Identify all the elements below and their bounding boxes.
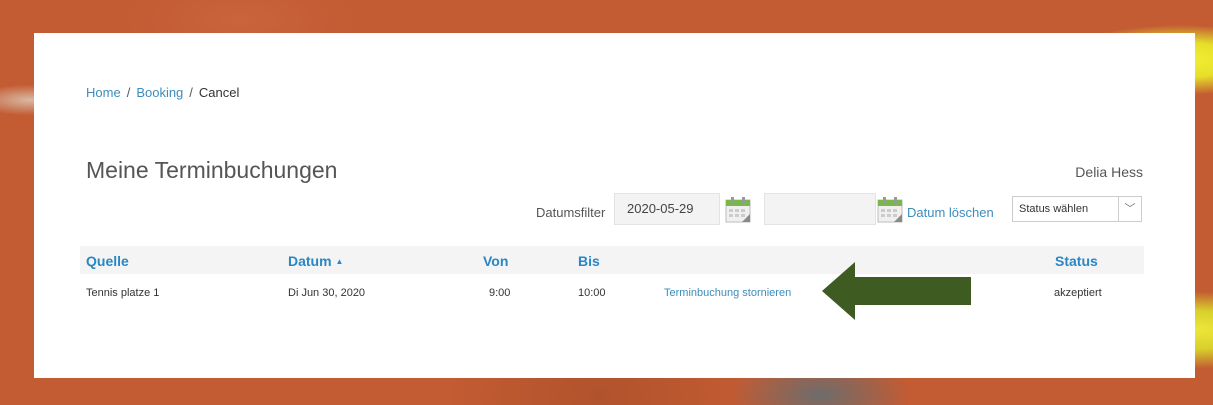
calendar-icon[interactable] xyxy=(724,196,752,224)
breadcrumb-separator: / xyxy=(126,85,131,100)
breadcrumb-home-link[interactable]: Home xyxy=(86,85,121,100)
table-header: Quelle Datum ▲ Von Bis Status xyxy=(80,246,1144,274)
date-to-input[interactable] xyxy=(764,193,876,225)
column-header-source[interactable]: Quelle xyxy=(86,253,129,269)
column-header-from[interactable]: Von xyxy=(483,253,508,269)
date-filter-label: Datumsfilter xyxy=(536,205,606,220)
status-select[interactable]: Status wählen ﹀ xyxy=(1012,196,1142,222)
cell-to: 10:00 xyxy=(578,287,606,299)
cell-source: Tennis platze 1 xyxy=(86,287,160,299)
cell-date: Di Jun 30, 2020 xyxy=(288,287,366,299)
main-card: Home / Booking / Cancel Meine Terminbuchunge… xyxy=(34,33,1195,378)
calendar-icon[interactable] xyxy=(876,196,904,224)
breadcrumb-current: Cancel xyxy=(198,85,240,100)
date-from-input[interactable]: 2020-05-29 xyxy=(614,193,720,225)
cell-from: 9:00 xyxy=(489,287,511,299)
column-header-date-label: Datum xyxy=(288,253,332,269)
column-header-status[interactable]: Status xyxy=(1055,253,1098,269)
sort-asc-icon: ▲ xyxy=(335,257,344,266)
breadcrumb-booking-link[interactable]: Booking xyxy=(136,85,183,100)
chevron-down-icon: ﹀ xyxy=(1118,197,1141,221)
page-title: Meine Terminbuchungen xyxy=(86,157,338,183)
left-arrow-icon xyxy=(822,262,971,320)
breadcrumb: Home / Booking / Cancel xyxy=(86,85,239,100)
breadcrumb-separator: / xyxy=(189,85,193,100)
status-select-value: Status wählen xyxy=(1019,203,1089,215)
clear-date-link[interactable]: Datum löschen xyxy=(907,205,994,220)
cancel-booking-link[interactable]: Terminbuchung stornieren xyxy=(664,287,791,299)
cell-status: akzeptiert xyxy=(1054,287,1102,299)
column-header-date[interactable]: Datum ▲ xyxy=(288,253,343,269)
column-header-to[interactable]: Bis xyxy=(578,253,600,269)
user-name: Delia Hess xyxy=(1075,164,1143,180)
